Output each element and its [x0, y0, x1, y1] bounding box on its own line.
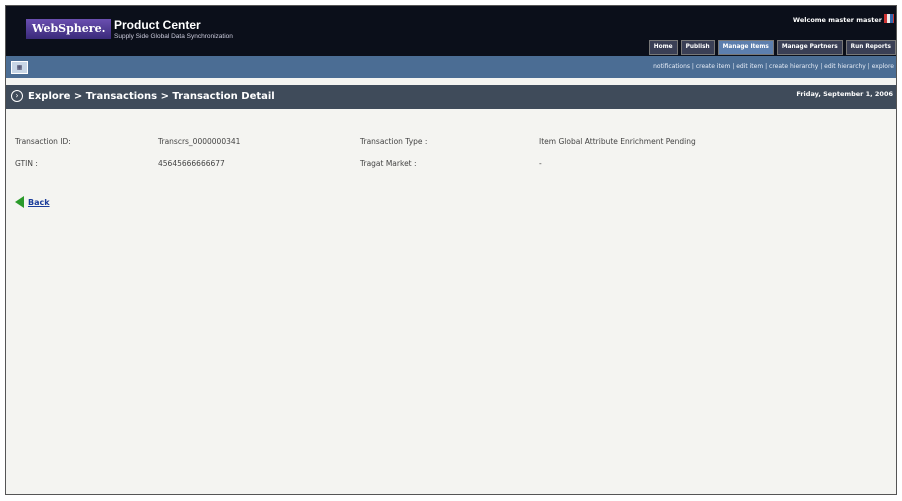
main-tabs: Home Publish Manage Items Manage Partner…: [648, 40, 896, 55]
back-arrow-icon[interactable]: [15, 196, 24, 208]
back-label[interactable]: Back: [28, 198, 50, 207]
subnav-link-edit-item[interactable]: edit item: [736, 63, 763, 70]
product-subtitle: Supply Side Global Data Synchronization: [114, 33, 233, 40]
transaction-id-label: Transaction ID:: [15, 137, 71, 146]
app-window: WebSphere. Product Center Supply Side Gl…: [5, 5, 897, 495]
sub-navigation: ▦ notifications | create item | edit ite…: [6, 56, 896, 78]
breadcrumb: Explore > Transactions > Transaction Det…: [28, 91, 275, 102]
tab-publish[interactable]: Publish: [680, 40, 715, 55]
flag-icon[interactable]: [884, 14, 894, 23]
app-header: WebSphere. Product Center Supply Side Gl…: [6, 6, 896, 56]
gtin-label: GTIN :: [15, 159, 38, 168]
subnav-links: notifications | create item | edit item …: [653, 63, 894, 70]
tab-manage-items[interactable]: Manage Items: [717, 40, 774, 55]
target-market-label: Tragat Market :: [360, 159, 417, 168]
current-date: Friday, September 1, 2006: [796, 90, 893, 98]
subnav-link-create-item[interactable]: create item: [696, 63, 731, 70]
breadcrumb-bar: › Explore > Transactions > Transaction D…: [6, 85, 896, 109]
tab-manage-partners[interactable]: Manage Partners: [776, 40, 843, 55]
subnav-link-create-hierarchy[interactable]: create hierarchy: [769, 63, 818, 70]
websphere-logo: WebSphere.: [26, 19, 112, 39]
subnav-link-notifications[interactable]: notifications: [653, 63, 690, 70]
gtin-value: 45645666666677: [158, 159, 225, 168]
welcome-text: Welcome master master: [792, 16, 882, 24]
tab-run-reports[interactable]: Run Reports: [845, 40, 896, 55]
grid-icon[interactable]: ▦: [11, 61, 28, 74]
tab-home[interactable]: Home: [648, 40, 678, 55]
transaction-type-value: Item Global Attribute Enrichment Pending: [539, 137, 696, 146]
subnav-link-explore[interactable]: explore: [872, 63, 894, 70]
product-title: Product Center: [114, 18, 201, 32]
transaction-type-label: Transaction Type :: [360, 137, 428, 146]
subnav-link-edit-hierarchy[interactable]: edit hierarchy: [824, 63, 866, 70]
target-market-value: -: [539, 159, 542, 168]
transaction-id-value: Transcrs_0000000341: [158, 137, 241, 146]
arrow-circle-icon: ›: [11, 90, 23, 102]
back-link[interactable]: Back: [15, 196, 50, 208]
